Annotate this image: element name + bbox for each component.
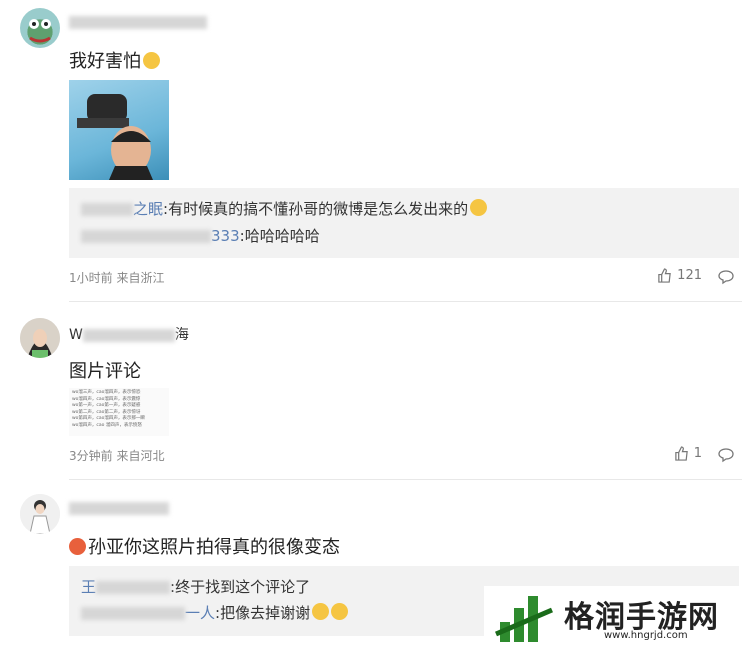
photo-icon — [77, 94, 153, 180]
reply-item: 一人:把像去掉谢谢 — [81, 602, 349, 623]
thumbs-up-icon — [658, 268, 671, 283]
avatar-image — [20, 494, 60, 534]
reply-author[interactable]: 之眠 — [133, 200, 163, 218]
watermark-logo-icon — [495, 596, 553, 642]
reply-author[interactable]: 一人 — [81, 604, 215, 622]
comment-meta: 1小时前 来自浙江 — [69, 271, 165, 285]
thumbs-up-icon — [674, 446, 688, 461]
comment-text: 我好害怕 — [69, 47, 160, 73]
reply-author[interactable]: 333 — [81, 227, 240, 245]
like-count: 1 — [693, 446, 702, 461]
username[interactable]: W海 — [69, 324, 189, 344]
reply-item: 王:终于找到这个评论了 — [81, 578, 311, 596]
comment-text: 图片评论 — [69, 361, 141, 382]
comment-image[interactable] — [69, 80, 169, 180]
image-text-line: wo溜四声，cao 溜四声，表示愤怒 — [72, 422, 142, 428]
reply-box: 之眠:有时候真的搞不懂孙哥的微博是怎么发出来的 333:哈哈哈哈哈 — [69, 188, 739, 258]
comment-text: 孙亚你这照片拍得真的很像变态 — [69, 533, 340, 559]
reply-item: 333:哈哈哈哈哈 — [81, 225, 320, 246]
comment-icon[interactable] — [718, 269, 734, 285]
reply-item: 之眠:有时候真的搞不懂孙哥的微博是怎么发出来的 — [81, 198, 488, 219]
avatar[interactable] — [20, 318, 60, 358]
comment-2: W海 图片评论 wo溜三声，cao溜四声，表示惊恐 wo溜四声，cao溜四声，表… — [0, 302, 742, 480]
avatar[interactable] — [20, 8, 60, 48]
comment-1: 我好害怕 之眠:有时候真的搞不懂孙哥的微博是怎么发出来的 333:哈哈哈哈哈 1… — [0, 0, 742, 302]
avatar-image — [29, 19, 51, 43]
devil-emoji-icon — [69, 538, 86, 555]
username[interactable] — [69, 14, 207, 30]
comment-image[interactable]: wo溜三声，cao溜四声，表示惊恐 wo溜四声，cao溜四声，表示震惊 wo第一… — [69, 388, 169, 436]
like-button[interactable]: 121 — [657, 268, 702, 283]
watermark-url: www.hngrjd.com — [604, 630, 688, 641]
sweat-emoji-icon — [470, 199, 488, 216]
username[interactable] — [69, 500, 169, 516]
avatar-image — [20, 318, 60, 358]
like-button[interactable]: 1 — [674, 446, 702, 461]
reply-author[interactable]: 王 — [81, 578, 171, 596]
comment-meta: 3分钟前 来自河北 — [69, 449, 165, 463]
comment-icon[interactable] — [718, 447, 734, 463]
avatar[interactable] — [20, 494, 60, 534]
dizzy-emoji-icon — [312, 603, 330, 620]
watermark: 格润手游网 www.hngrjd.com — [484, 586, 742, 648]
like-count: 121 — [677, 268, 702, 283]
crying-emoji-icon — [143, 52, 160, 69]
dizzy-emoji-icon — [331, 603, 349, 620]
